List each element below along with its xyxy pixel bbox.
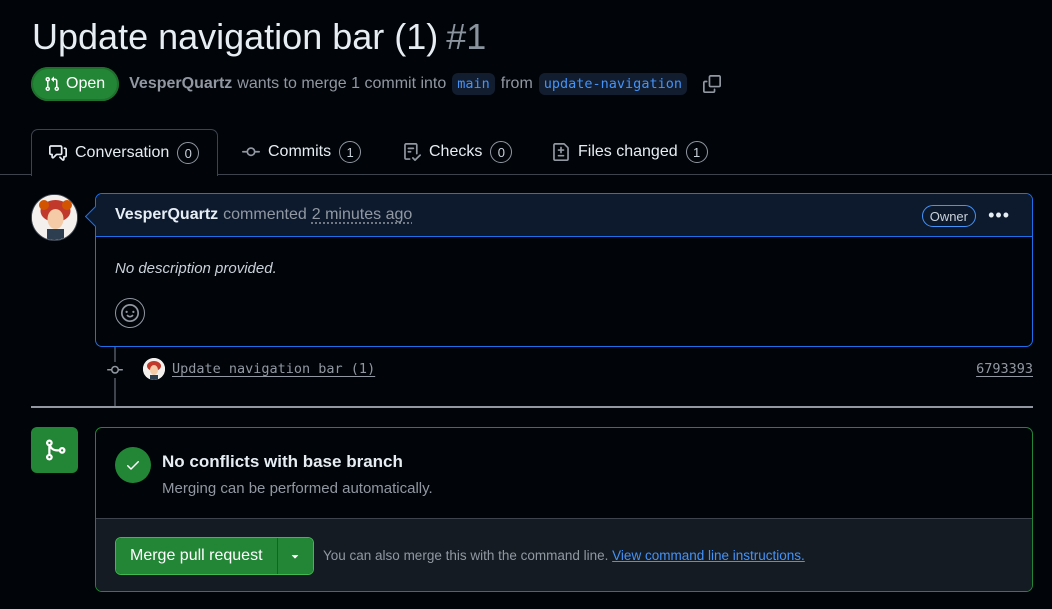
smiley-icon [121, 304, 139, 322]
comment-action: commented [223, 206, 307, 223]
copy-icon [702, 75, 721, 93]
pr-tabs: Conversation 0 Commits 1 Checks 0 Files … [0, 129, 1052, 176]
merge-hint-text: You can also merge this with the command… [323, 548, 609, 563]
file-diff-icon [553, 143, 569, 161]
base-branch[interactable]: main [452, 73, 495, 95]
avatar-illustration [143, 358, 165, 380]
merge-status-title: No conflicts with base branch [162, 452, 403, 471]
tab-commits[interactable]: Commits 1 [242, 129, 362, 175]
copy-branch-button[interactable] [702, 75, 721, 93]
tab-counter: 1 [685, 141, 708, 163]
pr-author-link[interactable]: VesperQuartz [129, 75, 232, 93]
head-branch[interactable]: update-navigation [538, 73, 687, 95]
tab-label: Commits [268, 143, 332, 160]
check-circle [115, 447, 151, 483]
git-commit-icon [106, 362, 124, 383]
pr-meta: Open VesperQuartz wants to merge 1 commi… [31, 67, 721, 101]
timeline-divider [31, 406, 1033, 408]
add-reaction-button[interactable] [115, 298, 145, 328]
state-badge: Open [31, 67, 120, 101]
merge-hint: You can also merge this with the command… [323, 548, 805, 563]
git-commit-icon [242, 147, 260, 157]
owner-badge: Owner [921, 205, 976, 227]
tab-label: Conversation [75, 144, 170, 161]
commit-author-avatar[interactable] [143, 358, 165, 380]
merge-status: No conflicts with base branch Merging ca… [96, 428, 1032, 519]
state-label: Open [66, 75, 106, 92]
tab-counter: 0 [177, 142, 200, 164]
pr-number: #1 [446, 16, 487, 57]
merge-actions: Merge pull request You can also merge th… [96, 519, 1032, 591]
comment-header: VesperQuartz commented 2 minutes ago Own… [96, 194, 1032, 237]
merge-status-icon [31, 427, 78, 473]
command-line-instructions-link[interactable]: View command line instructions. [612, 548, 805, 563]
merge-button-group: Merge pull request [115, 537, 314, 575]
merge-pull-request-button[interactable]: Merge pull request [116, 538, 277, 574]
comment-timestamp[interactable]: 2 minutes ago [312, 206, 413, 224]
merge-description: wants to merge 1 commit into [237, 75, 447, 92]
git-merge-icon [45, 439, 66, 461]
triangle-down-icon [291, 555, 299, 559]
tab-checks[interactable]: Checks 0 [403, 129, 513, 175]
comment-author-link[interactable]: VesperQuartz [115, 206, 218, 224]
tab-counter: 0 [490, 141, 513, 163]
from-label: from [500, 75, 533, 92]
comment-body: No description provided. [115, 260, 277, 277]
tab-counter: 1 [339, 141, 362, 163]
comment-box: VesperQuartz commented 2 minutes ago Own… [95, 193, 1033, 347]
git-pull-request-icon [45, 76, 60, 92]
tab-label: Checks [429, 143, 483, 160]
merge-box: No conflicts with base branch Merging ca… [95, 427, 1033, 592]
tab-label: Files changed [578, 143, 678, 160]
merge-options-dropdown[interactable] [276, 538, 313, 574]
checklist-icon [404, 143, 421, 161]
tab-conversation[interactable]: Conversation 0 [31, 129, 219, 176]
timeline-commit: Update navigation bar (1) 6793393 [0, 356, 1052, 384]
avatar-illustration [32, 195, 77, 240]
commit-sha-link[interactable]: 6793393 [976, 361, 1033, 377]
tab-files-changed[interactable]: Files changed 1 [552, 129, 708, 175]
comment-discussion-icon [49, 145, 67, 161]
commit-message-link[interactable]: Update navigation bar (1) [172, 361, 375, 377]
kebab-menu-icon[interactable]: ••• [988, 205, 1010, 225]
pr-title: Update navigation bar (1) [32, 16, 439, 57]
merge-status-subtitle: Merging can be performed automatically. [162, 480, 433, 497]
check-icon [127, 461, 139, 470]
avatar[interactable] [31, 194, 78, 241]
pr-title-row: Update navigation bar (1) #1 [32, 14, 486, 60]
